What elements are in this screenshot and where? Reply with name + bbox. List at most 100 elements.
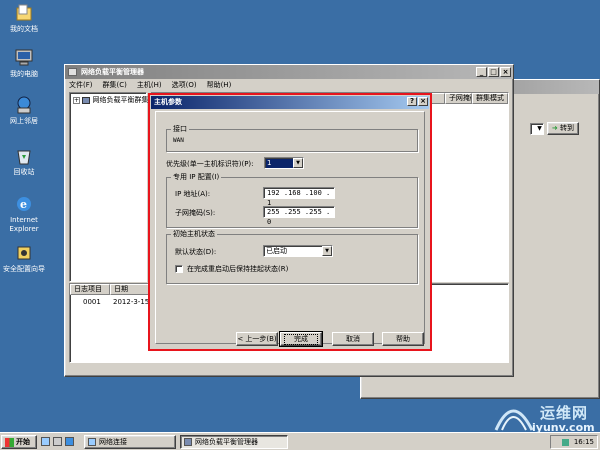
log-date: 2012-3-15 [113, 298, 150, 306]
recycle-bin-icon [14, 146, 34, 166]
desktop-icon-label: 我的文档 [10, 25, 38, 33]
close-icon: × [502, 68, 509, 76]
network-connections-icon [88, 438, 96, 446]
desktop-icon-my-computer[interactable]: 我的电脑 [2, 48, 46, 79]
desktop-icon-internet-explorer[interactable]: e Internet Explorer [2, 194, 46, 234]
menu-host[interactable]: 主机(H) [137, 79, 162, 91]
dialog-title: 主机参数 [154, 98, 182, 106]
back-button[interactable]: < 上一步(B) [236, 332, 278, 346]
dialog-content: 接口 WAN 优先级(单一主机标识符)(P): 1 ▼ 专用 IP 配置(I) … [155, 111, 425, 347]
desktop-icon-my-documents[interactable]: 我的文档 [2, 3, 46, 34]
tray-network-icon[interactable] [561, 438, 569, 446]
network-places-icon [14, 95, 34, 115]
priority-label: 优先级(单一主机标识符)(P): [166, 160, 254, 168]
windows-flag-icon [5, 438, 14, 447]
minimize-icon: _ [479, 68, 484, 76]
dialog-titlebar: 主机参数 ? × [151, 96, 429, 109]
maximize-icon: □ [490, 68, 497, 76]
desktop-icon-label: 我的电脑 [10, 70, 38, 78]
desktop-icon-label: 回收站 [13, 168, 35, 176]
col-log-entry[interactable]: 日志项目 [70, 284, 110, 295]
start-label: 开始 [16, 438, 30, 446]
dedicated-ip-group: 专用 IP 配置(I) IP 地址(A): 192 .168 .100 . 1 … [166, 172, 418, 228]
menu-help[interactable]: 帮助(H) [207, 79, 232, 91]
desktop-icon-recycle-bin[interactable]: 回收站 [2, 146, 46, 177]
dialog-help-button[interactable]: ? [407, 97, 417, 106]
watermark: 运维网 iyunv.com [488, 400, 598, 434]
expand-icon[interactable]: + [73, 97, 80, 104]
interface-value: WAN [173, 137, 184, 144]
default-state-select[interactable]: 已启动 ▼ [263, 245, 333, 257]
col-subnet-mask[interactable]: 子网掩码 [444, 93, 472, 104]
chevron-down-icon: ▼ [293, 158, 303, 168]
close-button[interactable]: × [500, 67, 511, 77]
minimize-button[interactable]: _ [476, 67, 487, 77]
desktop-icon-label: Internet [10, 216, 38, 224]
go-area: ▼ ➜ 转到 [529, 122, 579, 135]
desktop-icon-label: 网上邻居 [10, 117, 38, 125]
initial-state-group: 初始主机状态 默认状态(D): 已启动 ▼ 在完成重启动后保持挂起状态(R) [166, 229, 418, 284]
col-date[interactable]: 日期 [110, 284, 150, 295]
tree-root[interactable]: + 网络负载平衡群集 [70, 93, 149, 107]
desktop-icon-label: 安全配置向导 [3, 265, 45, 273]
subnet-mask-label: 子网掩码(S): [175, 209, 216, 217]
svg-text:e: e [20, 198, 27, 211]
nlb-manager-icon [184, 438, 192, 446]
menu-file[interactable]: 文件(F) [69, 79, 93, 91]
log-id: 0001 [83, 298, 101, 306]
chevron-down-icon: ▼ [322, 246, 332, 256]
chevron-down-icon: ▼ [537, 124, 542, 132]
ip-address-field[interactable]: 192 .168 .100 . 1 [263, 187, 335, 207]
nlb-window-titlebar: 网络负载平衡管理器 _ □ × [65, 65, 513, 79]
my-computer-icon [14, 48, 34, 68]
priority-value: 1 [267, 159, 272, 167]
default-state-label: 默认状态(D): [175, 248, 217, 256]
quicklaunch-explorer-icon[interactable] [53, 437, 62, 446]
cancel-button[interactable]: 取消 [332, 332, 374, 346]
window-title: 网络负载平衡管理器 [81, 68, 144, 76]
security-wizard-icon [14, 243, 34, 263]
go-button-label: 转到 [560, 124, 574, 132]
desktop-icon-network[interactable]: 网上邻居 [2, 95, 46, 126]
quicklaunch-ie-icon[interactable] [65, 437, 74, 446]
initial-state-group-label: 初始主机状态 [171, 229, 217, 239]
tree-root-label: 网络负载平衡群集 [92, 96, 149, 104]
taskbar-item-network-connections[interactable]: 网络连接 [84, 435, 176, 449]
cluster-tree: + 网络负载平衡群集 [69, 92, 149, 282]
quicklaunch-desktop-icon[interactable] [41, 437, 50, 446]
taskbar-item-label: 网络负载平衡管理器 [195, 438, 258, 446]
taskbar-item-label: 网络连接 [99, 438, 127, 446]
address-dropdown[interactable]: ▼ [529, 122, 544, 135]
start-button[interactable]: 开始 [1, 435, 37, 449]
finish-button[interactable]: 完成 [279, 331, 323, 347]
desktop-icon-label: Explorer [9, 225, 39, 233]
ip-address-label: IP 地址(A): [175, 190, 211, 198]
menu-options[interactable]: 选项(O) [172, 79, 197, 91]
my-documents-icon [14, 3, 34, 23]
watermark-logo-icon [494, 409, 534, 431]
desktop-icon-security-wizard[interactable]: 安全配置向导 [2, 243, 46, 274]
interface-group-label: 接口 [171, 124, 189, 134]
dialog-close-button[interactable]: × [418, 97, 428, 106]
priority-select[interactable]: 1 ▼ [264, 157, 304, 169]
go-button[interactable]: ➜ 转到 [546, 122, 579, 135]
taskbar-item-nlb-manager[interactable]: 网络负载平衡管理器 [180, 435, 288, 449]
subnet-mask-field[interactable]: 255 .255 .255 . 0 [263, 206, 335, 226]
help-button[interactable]: 帮助 [382, 332, 424, 346]
taskbar: 开始 网络连接 网络负载平衡管理器 16:15 [0, 432, 600, 450]
nlb-app-icon [68, 68, 77, 76]
col-cluster-mode[interactable]: 群集模式 [472, 93, 508, 104]
host-params-dialog: 主机参数 ? × 接口 WAN 优先级(单一主机标识符)(P): 1 ▼ 专用 … [148, 93, 432, 351]
retain-suspended-label: 在完成重启动后保持挂起状态(R) [187, 265, 289, 273]
watermark-text-cn: 运维网 [540, 404, 589, 422]
maximize-button[interactable]: □ [488, 67, 499, 77]
cluster-icon [82, 96, 91, 104]
menu-bar: 文件(F) 群集(C) 主机(H) 选项(O) 帮助(H) [65, 79, 513, 91]
retain-suspended-checkbox[interactable] [175, 265, 183, 273]
menu-cluster[interactable]: 群集(C) [103, 79, 127, 91]
internet-explorer-icon: e [14, 194, 34, 214]
default-state-value: 已启动 [266, 247, 287, 255]
system-tray: 16:15 [550, 435, 598, 449]
go-arrow-icon: ➜ [551, 124, 558, 132]
finish-button-label: 完成 [284, 334, 318, 345]
